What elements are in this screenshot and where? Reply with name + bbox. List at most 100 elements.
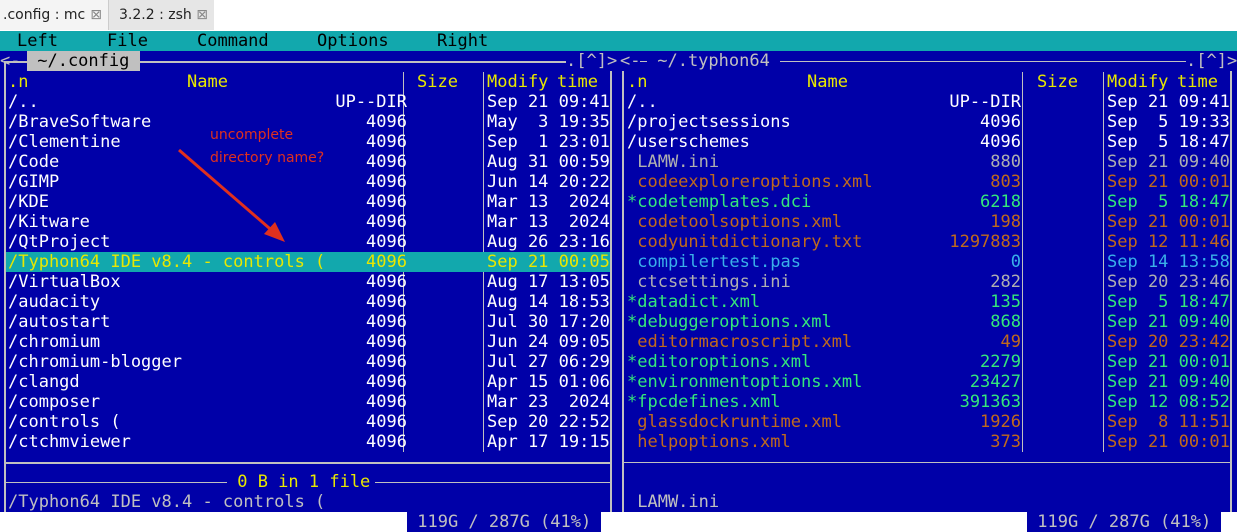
panel-corner-right[interactable]: .[^]> — [1186, 51, 1238, 71]
file-row[interactable]: ctcsettings.ini 282 Sep 20 23:46 — [624, 272, 1230, 292]
file-row[interactable]: /projectsessions 4096 Sep 5 19:33 — [624, 112, 1230, 132]
file-date: Sep 12 08:52 — [1107, 392, 1230, 412]
file-row[interactable]: codetoolsoptions.xml 198 Sep 21 00:01 — [624, 212, 1230, 232]
col-header-modify[interactable]: Modify — [1107, 72, 1168, 92]
file-row[interactable]: helpoptions.xml 373 Sep 21 00:01 — [624, 432, 1230, 452]
file-size: 4096 — [366, 372, 407, 392]
left-panel[interactable]: <- ~/.config .[^]> .n Name Size Modify t… — [0, 51, 618, 532]
file-size: 4096 — [366, 292, 407, 312]
file-date: Jul 27 06:29 — [487, 352, 610, 372]
file-row[interactable]: *codetemplates.dci 6218 Sep 5 18:47 — [624, 192, 1230, 212]
file-date: Jun 24 09:05 — [487, 332, 610, 352]
file-row[interactable]: /audacity 4096 Aug 14 18:53 — [6, 292, 610, 312]
file-date: Sep 21 09:41 — [487, 92, 610, 112]
file-row[interactable]: /.. UP--DIR Sep 21 09:41 — [624, 92, 1230, 112]
file-row[interactable]: *debuggeroptions.xml 868 Sep 21 09:40 — [624, 312, 1230, 332]
file-row[interactable]: editormacroscript.xml 49 Sep 20 23:42 — [624, 332, 1230, 352]
file-date: Sep 5 18:47 — [1107, 192, 1230, 212]
file-size: 4096 — [366, 232, 407, 252]
file-date: Aug 31 00:59 — [487, 152, 610, 172]
panel-corner-right[interactable]: .[^]> — [566, 51, 618, 71]
panel-corner-left[interactable]: <- — [620, 51, 641, 71]
close-icon[interactable]: ⊠ — [196, 0, 208, 30]
scrollbar[interactable] — [1237, 31, 1251, 512]
close-icon[interactable]: ⊠ — [90, 0, 102, 30]
file-size: 4096 — [366, 132, 407, 152]
file-date: Sep 1 23:01 — [487, 132, 610, 152]
file-row[interactable]: /ctchmviewer 4096 Apr 17 19:15 — [6, 432, 610, 452]
file-size: 4096 — [366, 412, 407, 432]
col-header-size[interactable]: Size — [417, 72, 458, 92]
col-header-time[interactable]: time — [1177, 72, 1218, 92]
file-row[interactable]: LAMW.ini 880 Sep 21 09:40 — [624, 152, 1230, 172]
file-row[interactable]: *datadict.xml 135 Sep 5 18:47 — [624, 292, 1230, 312]
menu-file[interactable]: File — [107, 31, 148, 51]
file-date: Sep 21 00:05 — [487, 252, 610, 272]
annotation-text: uncomplete directory name? — [210, 124, 324, 170]
disk-usage: 119G / 287G (41%) — [1027, 512, 1222, 532]
col-header-modify[interactable]: Modify — [487, 72, 548, 92]
file-date: Sep 21 00:01 — [1107, 212, 1230, 232]
file-row[interactable]: /.. UP--DIR Sep 21 09:41 — [6, 92, 610, 112]
file-row[interactable]: /QtProject 4096 Aug 26 23:16 — [6, 232, 610, 252]
file-row[interactable]: *editoroptions.xml 2279 Sep 21 00:01 — [624, 352, 1230, 372]
file-date: May 3 19:35 — [487, 112, 610, 132]
menu-bar: Left File Command Options Right — [0, 31, 1237, 51]
file-row[interactable]: /Typhon64 IDE v8.4 - controls (4096 Sep 2… — [6, 252, 610, 272]
file-row[interactable]: /autostart 4096 Jul 30 17:20 — [6, 312, 610, 332]
file-row[interactable]: glassdockruntime.xml 1926 Sep 8 11:51 — [624, 412, 1230, 432]
tab-zsh[interactable]: 3.2.2 : zsh ⊠ — [109, 0, 214, 30]
file-size: 4096 — [366, 352, 407, 372]
file-row[interactable]: /composer 4096 Mar 23 2024 — [6, 392, 610, 412]
file-date: Sep 21 09:40 — [1107, 152, 1230, 172]
file-size: 135 — [990, 292, 1021, 312]
file-date: Mar 13 2024 — [487, 192, 610, 212]
col-header-name[interactable]: Name — [807, 72, 848, 92]
file-row[interactable]: /controls (4096 Sep 20 22:52 — [6, 412, 610, 432]
file-size: 1297883 — [949, 232, 1021, 252]
file-date: Aug 14 18:53 — [487, 292, 610, 312]
file-size: 1926 — [980, 412, 1021, 432]
menu-right[interactable]: Right — [437, 31, 488, 51]
file-date: Mar 13 2024 — [487, 212, 610, 232]
file-size: 4096 — [366, 272, 407, 292]
tab-config-mc[interactable]: .config : mc ⊠ — [0, 0, 109, 30]
file-size: 23427 — [969, 372, 1021, 392]
file-row[interactable]: codeexploreroptions.xml 803 Sep 21 00:01 — [624, 172, 1230, 192]
right-panel[interactable]: <- ~/.typhon64 .[^]> .n Name Size Modify… — [620, 51, 1238, 532]
file-size: 282 — [990, 272, 1021, 292]
col-header-n[interactable]: .n — [8, 72, 28, 92]
file-row[interactable]: /GIMP 4096 Jun 14 20:22 — [6, 172, 610, 192]
file-row[interactable]: /userschemes 4096 Sep 5 18:47 — [624, 132, 1230, 152]
file-date: Jul 30 17:20 — [487, 312, 610, 332]
col-header-size[interactable]: Size — [1037, 72, 1078, 92]
file-row[interactable]: /chromium 4096 Jun 24 09:05 — [6, 332, 610, 352]
file-row[interactable]: /chromium-blogger 4096 Jul 27 06:29 — [6, 352, 610, 372]
menu-left[interactable]: Left — [17, 31, 58, 51]
file-size: 4096 — [366, 332, 407, 352]
col-header-time[interactable]: time — [557, 72, 598, 92]
panel-border — [622, 462, 1230, 463]
file-row[interactable]: compilertest.pas 0 Sep 14 13:58 — [624, 252, 1230, 272]
file-size: 198 — [990, 212, 1021, 232]
terminal: Left File Command Options Right <- ~/.co… — [0, 31, 1238, 532]
col-header-name[interactable]: Name — [187, 72, 228, 92]
file-size: 4096 — [980, 132, 1021, 152]
panel-corner-left[interactable]: <- — [0, 51, 20, 71]
file-row[interactable]: /Kitware 4096 Mar 13 2024 — [6, 212, 610, 232]
file-size: 49 — [1000, 332, 1021, 352]
file-row[interactable]: /VirtualBox 4096 Aug 17 13:05 — [6, 272, 610, 292]
file-row[interactable]: /KDE 4096 Mar 13 2024 — [6, 192, 610, 212]
file-size: 4096 — [366, 152, 407, 172]
file-date: Apr 15 01:06 — [487, 372, 610, 392]
panel-path: ~/.typhon64 — [647, 51, 781, 71]
file-row[interactable]: /clangd 4096 Apr 15 01:06 — [6, 372, 610, 392]
file-row[interactable]: *environmentoptions.xml 23427 Sep 21 09:40 — [624, 372, 1230, 392]
file-row[interactable]: codyunitdictionary.txt 1297883 Sep 12 11:4… — [624, 232, 1230, 252]
file-row[interactable]: *fpcdefines.xml 391363 Sep 12 08:52 — [624, 392, 1230, 412]
menu-options[interactable]: Options — [317, 31, 389, 51]
menu-command[interactable]: Command — [197, 31, 269, 51]
file-date: Sep 21 09:41 — [1107, 92, 1230, 112]
col-header-n[interactable]: .n — [627, 72, 647, 92]
panel-border — [4, 462, 610, 464]
